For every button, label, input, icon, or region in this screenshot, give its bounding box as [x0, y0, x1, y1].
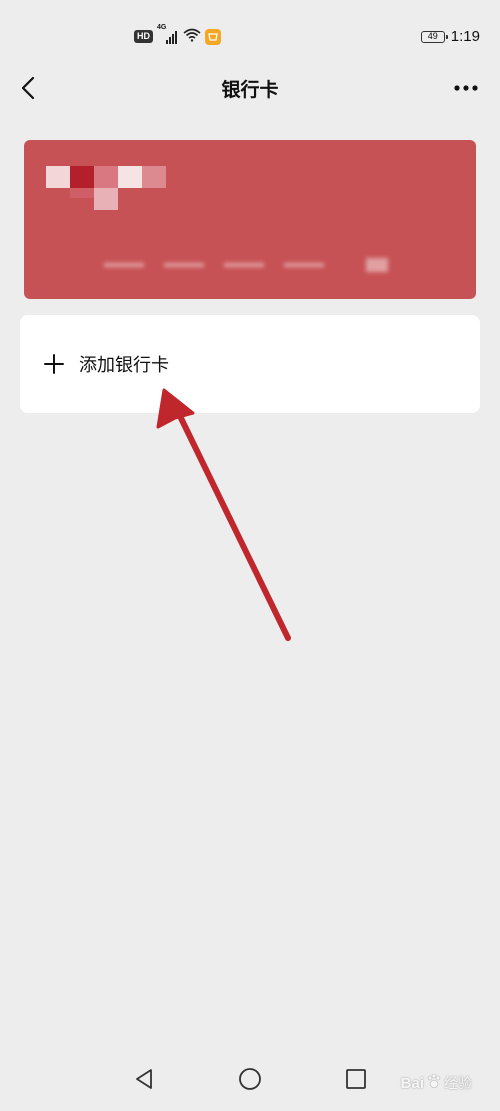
circle-home-icon	[239, 1068, 261, 1090]
system-home-button[interactable]	[234, 1063, 266, 1095]
square-recent-icon	[346, 1069, 366, 1089]
watermark-brand: Bai	[400, 1074, 424, 1092]
app-notification-icon	[205, 28, 221, 45]
triangle-back-icon	[136, 1069, 152, 1089]
hd-badge: HD	[134, 30, 153, 43]
add-bank-card-button[interactable]: 添加银行卡	[20, 315, 480, 413]
system-recent-button[interactable]	[340, 1063, 372, 1095]
page-title: 银行卡	[221, 79, 279, 101]
add-bank-card-label: 添加银行卡	[79, 355, 169, 376]
status-clock: 1:19	[450, 28, 480, 45]
status-bar: HD 4G 49 1:19	[0, 0, 500, 74]
network-type: 4G	[157, 23, 167, 31]
bank-logo-mosaic	[46, 166, 166, 210]
status-right-icons: 49 1:19	[420, 28, 480, 45]
nav-bar: 银行卡	[0, 64, 500, 112]
more-horizontal-icon	[454, 85, 478, 91]
system-nav-bar: Bai 经验	[0, 1051, 500, 1111]
bank-card[interactable]	[24, 140, 476, 299]
plus-icon	[43, 353, 65, 375]
watermark-suffix: 经验	[444, 1076, 472, 1092]
status-left-icons: HD 4G	[134, 24, 221, 46]
cellular-signal-icon: 4G	[157, 24, 179, 46]
system-back-button[interactable]	[128, 1063, 160, 1095]
battery-level: 49	[427, 31, 438, 41]
more-button[interactable]	[450, 72, 482, 104]
card-number-blur	[104, 258, 388, 272]
wifi-icon	[183, 27, 201, 46]
baidu-watermark: Bai 经验	[401, 1073, 472, 1093]
battery-icon: 49	[420, 30, 448, 43]
paw-icon	[426, 1073, 442, 1093]
